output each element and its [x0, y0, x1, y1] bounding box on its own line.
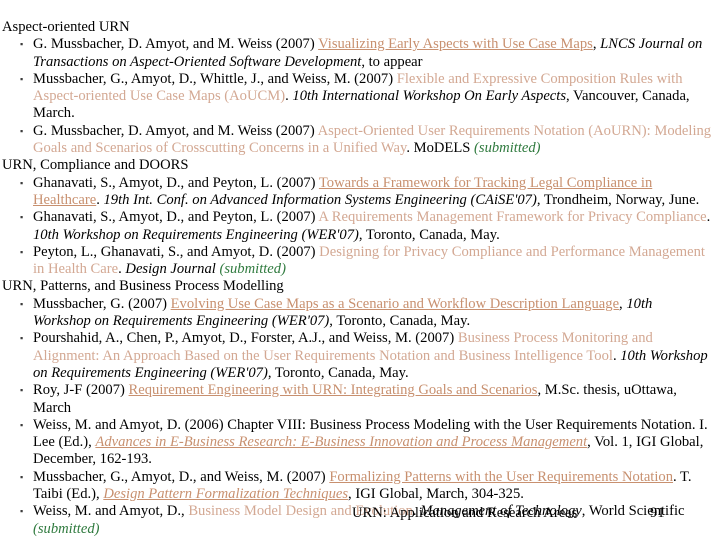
- bullet-square-icon: ▪: [20, 298, 24, 309]
- reference-text: , Trondheim, Norway, June.: [536, 191, 700, 208]
- reference-text: , Toronto, Canada, May.: [329, 313, 471, 330]
- reference-link[interactable]: Advances in E-Business Research: E-Busin…: [95, 434, 587, 450]
- reference-text: G. Mussbacher, D. Amyot, and M. Weiss (2…: [33, 122, 318, 139]
- submitted-badge: (submitted): [474, 140, 541, 157]
- reference-item: ▪ G. Mussbacher, D. Amyot, and M. Weiss (…: [0, 123, 716, 158]
- bullet-square-icon: ▪: [20, 385, 24, 396]
- reference-item: ▪ Peyton, L., Ghanavati, S., and Amyot, D…: [0, 244, 716, 279]
- reference-text: Ghanavati, S., Amyot, D., and Peyton, L.…: [33, 174, 319, 191]
- bullet-square-icon: ▪: [20, 73, 24, 84]
- reference-venue: 19th Int. Conf. on Advanced Information …: [103, 191, 537, 208]
- bullet-square-icon: ▪: [20, 419, 24, 430]
- reference-item: ▪ Pourshahid, A., Chen, P., Amyot, D., Fo…: [0, 330, 716, 382]
- reference-text: .: [706, 209, 711, 226]
- reference-title: A Requirements Management Framework for …: [318, 209, 707, 226]
- reference-item: ▪ Mussbacher, G., Amyot, D., and Weiss, M…: [0, 469, 716, 504]
- reference-list: ▪ G. Mussbacher, D. Amyot, and M. Weiss (…: [0, 36, 716, 157]
- bullet-square-icon: ▪: [20, 246, 24, 257]
- reference-venue: 10th International Workshop On Early Asp…: [292, 88, 567, 105]
- section-heading: Aspect-oriented URN: [2, 19, 130, 35]
- reference-item: ▪ Ghanavati, S., Amyot, D., and Peyton, L…: [0, 175, 716, 210]
- reference-venue: Design Journal: [125, 261, 216, 278]
- reference-item: ▪ G. Mussbacher, D. Amyot, and M. Weiss (…: [0, 36, 716, 71]
- reference-text: Ghanavati, S., Amyot, D., and Peyton, L.…: [33, 209, 319, 226]
- reference-link[interactable]: Requirement Engineering with URN: Integr…: [129, 382, 538, 398]
- reference-text: , Toronto, Canada, May.: [358, 226, 500, 243]
- reference-link[interactable]: Design Pattern Formalization Techniques: [103, 486, 348, 502]
- reference-link[interactable]: Formalizing Patterns with the User Requi…: [329, 469, 673, 485]
- reference-item: ▪ Mussbacher, G., Amyot, D., Whittle, J.,…: [0, 71, 716, 123]
- reference-venue: 10th Workshop on Requirements Engineerin…: [33, 226, 359, 243]
- reference-text: Pourshahid, A., Chen, P., Amyot, D., For…: [33, 330, 458, 347]
- reference-text: . MoDELS: [406, 140, 475, 157]
- reference-text: .: [96, 191, 104, 208]
- footer-title: URN: Application and Research Areas: [352, 505, 578, 521]
- reference-list: ▪ Mussbacher, G. (2007) Evolving Use Case…: [0, 296, 716, 538]
- reference-text: , Toronto, Canada, May.: [267, 364, 409, 381]
- reference-text: Peyton, L., Ghanavati, S., and Amyot, D.…: [33, 243, 320, 260]
- footer-page-number: 91: [650, 505, 665, 521]
- reference-text: Roy, J-F (2007): [33, 382, 129, 399]
- bullet-square-icon: ▪: [20, 177, 24, 188]
- bullet-square-icon: ▪: [20, 39, 24, 50]
- slide-body: Aspect-oriented URN ▪ G. Mussbacher, D. Am…: [0, 19, 716, 538]
- section-heading: URN, Compliance and DOORS: [2, 157, 189, 174]
- reference-text: Mussbacher, G. (2007): [33, 295, 171, 312]
- section-heading: URN, Patterns, and Business Process Mode…: [2, 278, 284, 295]
- bullet-square-icon: ▪: [20, 471, 24, 482]
- reference-link[interactable]: Evolving Use Case Maps as a Scenario and…: [171, 296, 619, 312]
- bullet-square-icon: ▪: [20, 333, 24, 344]
- reference-text: Mussbacher, G., Amyot, D., Whittle, J., …: [33, 70, 397, 87]
- reference-item: ▪ Roy, J-F (2007) Requirement Engineering…: [0, 382, 716, 417]
- submitted-badge: (submitted): [219, 261, 286, 278]
- reference-text: , to appear: [361, 53, 423, 70]
- reference-item: ▪ Weiss, M. and Amyot, D. (2006) Chapter …: [0, 417, 716, 469]
- reference-text: G. Mussbacher, D. Amyot, and M. Weiss (2…: [33, 36, 319, 53]
- slide-footer: URN: Application and Research Areas 91: [0, 504, 720, 526]
- reference-text: Mussbacher, G., Amyot, D., and Weiss, M.…: [33, 468, 330, 485]
- bullet-square-icon: ▪: [20, 125, 24, 136]
- reference-item: ▪ Ghanavati, S., Amyot, D., and Peyton, L…: [0, 209, 716, 244]
- reference-text: , IGI Global, March, 304-325.: [348, 486, 524, 503]
- bullet-square-icon: ▪: [20, 212, 24, 223]
- slide-root: Aspect-oriented URN ▪ G. Mussbacher, D. Am…: [0, 0, 720, 540]
- reference-link[interactable]: Visualizing Early Aspects with Use Case …: [318, 36, 593, 52]
- reference-item: ▪ Mussbacher, G. (2007) Evolving Use Case…: [0, 296, 716, 331]
- reference-list: ▪ Ghanavati, S., Amyot, D., and Peyton, L…: [0, 175, 716, 279]
